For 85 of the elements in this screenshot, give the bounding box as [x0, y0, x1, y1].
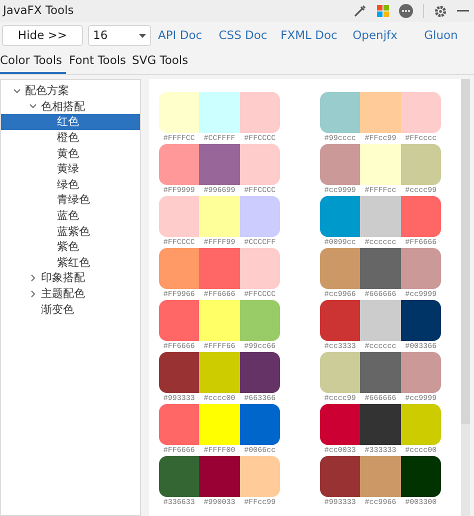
color-swatch[interactable]: [400, 196, 441, 237]
tree-item[interactable]: 黄色: [1, 145, 140, 161]
color-swatch[interactable]: [159, 92, 200, 133]
tree-item[interactable]: 红色: [1, 114, 140, 130]
tree-item[interactable]: 青绿色: [1, 192, 140, 208]
tree-item[interactable]: 印象搭配: [1, 270, 140, 286]
color-swatch[interactable]: [199, 92, 240, 133]
caret-icon: [139, 34, 146, 38]
more-icon[interactable]: [399, 4, 413, 18]
color-swatch[interactable]: [400, 404, 441, 445]
color-swatch[interactable]: [240, 144, 280, 185]
tree-item[interactable]: 绿色: [1, 176, 140, 192]
color-swatch[interactable]: [159, 144, 200, 185]
doc-link[interactable]: Gluon: [408, 26, 474, 44]
tree-item[interactable]: 紫红色: [1, 254, 140, 270]
color-swatch[interactable]: [400, 144, 441, 185]
color-swatch[interactable]: [360, 144, 401, 185]
color-swatch[interactable]: [320, 144, 360, 185]
color-swatch[interactable]: [159, 456, 200, 497]
color-swatch[interactable]: [360, 352, 401, 393]
color-swatch[interactable]: [159, 352, 200, 393]
doc-link[interactable]: FXML Doc: [276, 26, 342, 44]
color-swatch[interactable]: [159, 300, 200, 341]
color-swatch[interactable]: [360, 196, 401, 237]
eyedropper-icon[interactable]: [353, 4, 367, 18]
color-swatch[interactable]: [360, 248, 401, 289]
chevron-down-icon[interactable]: [29, 102, 37, 110]
color-swatch[interactable]: [240, 300, 280, 341]
color-swatch[interactable]: [320, 92, 360, 133]
color-swatch[interactable]: [360, 92, 401, 133]
tab[interactable]: Color Tools: [0, 50, 66, 74]
tree-item[interactable]: 渐变色: [1, 301, 140, 317]
color-swatch[interactable]: [159, 404, 200, 445]
color-swatch[interactable]: [400, 248, 441, 289]
color-swatch[interactable]: [240, 404, 280, 445]
color-swatch[interactable]: [360, 404, 401, 445]
color-swatch[interactable]: [240, 456, 280, 497]
tree-item[interactable]: 紫色: [1, 238, 140, 255]
doc-link[interactable]: CSS Doc: [210, 26, 276, 44]
tree-item[interactable]: 主题配色: [1, 286, 140, 302]
color-swatch[interactable]: [360, 456, 401, 497]
color-swatch[interactable]: [320, 404, 360, 445]
chevron-right-icon[interactable]: [29, 274, 37, 282]
scrollbar-thumb[interactable]: [461, 79, 470, 424]
color-swatch[interactable]: [360, 300, 401, 341]
color-swatch[interactable]: [240, 92, 280, 133]
color-swatch[interactable]: [199, 352, 240, 393]
color-swatch[interactable]: [320, 248, 360, 289]
color-swatch[interactable]: [199, 456, 240, 497]
color-swatch[interactable]: [320, 456, 360, 497]
color-swatch[interactable]: [400, 92, 441, 133]
window-title: JavaFX Tools: [3, 2, 74, 20]
color-swatch[interactable]: [159, 196, 200, 237]
color-swatch[interactable]: [400, 456, 441, 497]
color-swatch[interactable]: [320, 352, 360, 393]
tree-item[interactable]: 蓝紫色: [1, 223, 140, 239]
color-swatch[interactable]: [240, 352, 280, 393]
tab[interactable]: SVG Tools: [129, 50, 192, 74]
hide-button[interactable]: Hide >>: [2, 25, 83, 46]
color-swatch[interactable]: [240, 248, 280, 289]
doc-link[interactable]: API Doc: [156, 26, 210, 44]
doc-link[interactable]: Openjfx: [342, 26, 408, 44]
tree-item[interactable]: 橙色: [1, 130, 140, 146]
minimize-icon[interactable]: [457, 10, 469, 12]
color-swatch[interactable]: [400, 352, 441, 393]
color-swatch[interactable]: [400, 300, 441, 341]
size-select[interactable]: 16: [88, 25, 151, 46]
chevron-down-icon[interactable]: [13, 86, 21, 95]
color-swatch[interactable]: [320, 300, 360, 341]
chevron-right-icon[interactable]: [29, 290, 37, 298]
tree-item[interactable]: 色相搭配: [1, 98, 140, 114]
color-swatch[interactable]: [199, 300, 240, 341]
grid-icon[interactable]: [377, 5, 389, 17]
color-swatch[interactable]: [199, 404, 240, 445]
tree-item[interactable]: 配色方案: [1, 83, 140, 99]
tree-item[interactable]: 黄绿: [1, 160, 140, 177]
color-swatch[interactable]: [199, 248, 240, 289]
color-swatch[interactable]: [199, 144, 240, 185]
settings-icon[interactable]: [434, 4, 447, 18]
color-swatch[interactable]: [159, 248, 200, 289]
tree-item[interactable]: 蓝色: [1, 208, 140, 224]
tab[interactable]: Font Tools: [66, 50, 130, 74]
color-swatch[interactable]: [199, 196, 240, 237]
color-swatch[interactable]: [320, 196, 360, 237]
color-swatch[interactable]: [240, 196, 280, 237]
